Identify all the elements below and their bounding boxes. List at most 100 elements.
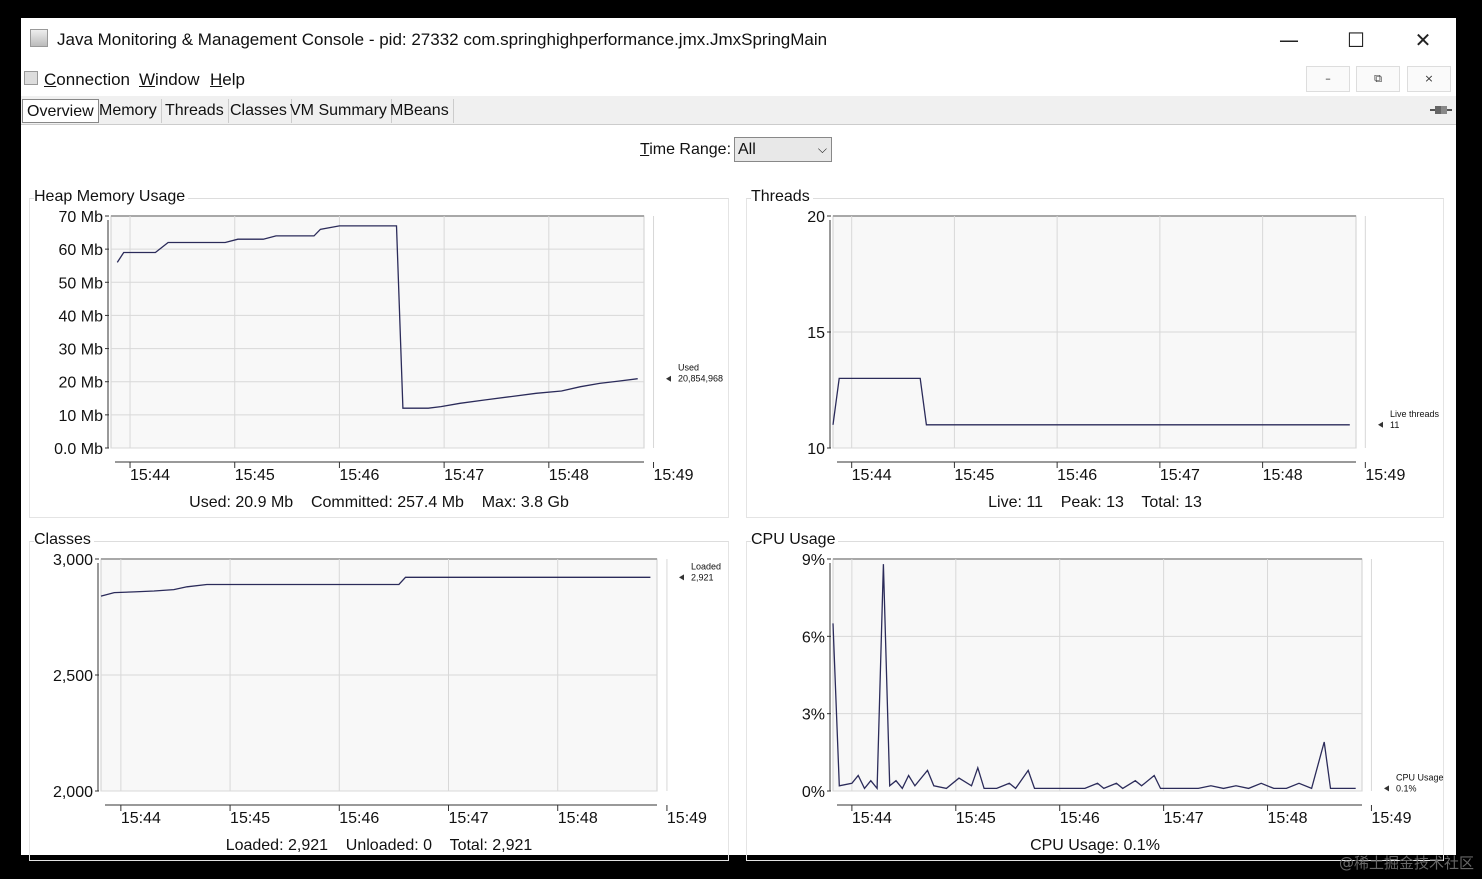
legend-series-name: Live threads [1390, 409, 1440, 419]
title-bar: Java Monitoring & Management Console - p… [21, 18, 1456, 62]
menu-connection[interactable]: Connection [44, 70, 130, 90]
x-tick-label: 15:46 [339, 810, 379, 827]
x-tick-label: 15:47 [1160, 467, 1200, 484]
threads-summary: Live: 11 Peak: 13 Total: 13 [988, 494, 1202, 511]
x-tick-label: 15:49 [1365, 467, 1405, 484]
x-tick-label: 15:46 [1060, 810, 1100, 827]
window-title: Java Monitoring & Management Console - p… [57, 30, 828, 49]
legend-marker [679, 574, 684, 581]
heap-memory-summary: Used: 20.9 Mb Committed: 257.4 Mb Max: 3… [189, 494, 569, 511]
y-tick-label: 50 Mb [59, 275, 104, 292]
x-tick-label: 15:45 [235, 467, 275, 484]
legend-series-name: Used [678, 363, 699, 373]
threads-title: Threads [751, 188, 813, 206]
x-tick-label: 15:47 [448, 810, 488, 827]
cpu-usage-panel: 0% 3% 6% 9% 15:44 15:45 15:46 15:47 15:48 15:49 CP… [746, 531, 1444, 861]
y-tick-label: 3,000 [53, 552, 93, 569]
threads-panel: 10 15 20 15:44 15:45 15:46 15:47 15:48 15:49 Live… [746, 188, 1444, 518]
close-button[interactable]: ✕ [1393, 22, 1453, 58]
y-tick-label: 10 Mb [59, 408, 104, 425]
tab-mbeans[interactable]: MBeans [386, 99, 454, 123]
x-tick-label: 15:46 [339, 467, 379, 484]
time-range-value: All [738, 141, 756, 158]
internal-minimize-button[interactable]: – [1306, 66, 1350, 92]
internal-frame-icon[interactable] [24, 71, 38, 85]
heap-memory-chart: 0.0 Mb 10 Mb 20 Mb 30 Mb 40 Mb 50 Mb 60 Mb 70 M… [54, 209, 723, 484]
menu-bar: Connection Window Help – ⧉ × [21, 64, 1456, 94]
internal-restore-button[interactable]: ⧉ [1356, 66, 1400, 92]
cpu-usage-title: CPU Usage [751, 531, 839, 549]
x-tick-label: 15:47 [444, 467, 484, 484]
legend-series-value: 11 [1390, 420, 1399, 430]
y-tick-label: 20 Mb [59, 375, 104, 392]
connection-status-icon[interactable] [1430, 104, 1452, 116]
legend-series-name: Loaded [691, 561, 721, 571]
x-tick-label: 15:49 [667, 810, 707, 827]
tab-strip: Overview Memory Threads Classes VM Summa… [21, 96, 1456, 125]
tab-threads[interactable]: Threads [161, 99, 229, 123]
legend-series-value: 20,854,968 [678, 374, 723, 384]
x-tick-label: 15:45 [230, 810, 270, 827]
classes-chart: 2,000 2,500 3,000 15:44 15:45 15:46 15:47 15:48… [53, 552, 721, 827]
legend-marker [1384, 785, 1389, 792]
tab-vm-summary[interactable]: VM Summary [286, 99, 392, 123]
internal-close-button[interactable]: × [1407, 66, 1451, 92]
x-tick-label: 15:49 [1371, 810, 1411, 827]
y-tick-label: 20 [807, 209, 825, 226]
x-tick-label: 15:47 [1164, 810, 1204, 827]
x-tick-label: 15:46 [1057, 467, 1097, 484]
y-tick-label: 40 Mb [59, 308, 104, 325]
maximize-button[interactable]: ☐ [1326, 22, 1386, 58]
y-tick-label: 2,500 [53, 668, 93, 685]
tab-memory[interactable]: Memory [95, 99, 162, 123]
x-tick-label: 15:44 [130, 467, 170, 484]
threads-chart: 10 15 20 15:44 15:45 15:46 15:47 15:48 15:49 Live… [807, 209, 1440, 484]
time-range-label-text: ime Range: [649, 141, 732, 158]
minimize-button[interactable]: — [1259, 22, 1319, 58]
cpu-usage-chart: 0% 3% 6% 9% 15:44 15:45 15:46 15:47 15:48 15:49 CP… [802, 552, 1444, 827]
x-tick-label: 15:44 [852, 467, 892, 484]
tab-overview[interactable]: Overview [22, 99, 99, 123]
y-tick-label: 9% [802, 552, 825, 569]
y-tick-label: 6% [802, 629, 825, 646]
heap-memory-title: Heap Memory Usage [34, 188, 189, 206]
plot-area [110, 215, 645, 449]
y-tick-label: 30 Mb [59, 342, 104, 359]
menu-connection-mnemonic: C [44, 70, 57, 89]
x-tick-label: 15:48 [549, 467, 589, 484]
menu-window-mnemonic: W [139, 70, 156, 89]
time-range-select[interactable]: All ⌵ [734, 137, 832, 162]
x-tick-label: 15:48 [1268, 810, 1308, 827]
y-tick-label: 0.0 Mb [54, 441, 103, 458]
time-range-mnemonic: T [640, 141, 650, 158]
y-tick-label: 15 [807, 325, 825, 342]
menu-help-label: elp [222, 70, 245, 89]
y-tick-label: 70 Mb [59, 209, 104, 226]
java-app-icon [30, 29, 48, 47]
menu-connection-label: onnection [56, 70, 131, 89]
tab-classes[interactable]: Classes [226, 99, 292, 123]
jconsole-window: Java Monitoring & Management Console - p… [21, 18, 1456, 861]
x-tick-label: 15:45 [956, 810, 996, 827]
watermark: @稀土掘金技术社区 [1338, 854, 1474, 872]
classes-title: Classes [34, 531, 94, 549]
menu-help[interactable]: Help [210, 70, 245, 90]
classes-panel: 2,000 2,500 3,000 15:44 15:45 15:46 15:47 15:48… [29, 531, 729, 861]
y-tick-label: 0% [802, 784, 825, 801]
y-tick-label: 10 [807, 441, 825, 458]
x-tick-label: 15:49 [653, 467, 693, 484]
classes-summary: Loaded: 2,921 Unloaded: 0 Total: 2,921 [225, 837, 533, 854]
y-tick-label: 2,000 [53, 784, 93, 801]
x-tick-label: 15:44 [852, 810, 892, 827]
x-tick-label: 15:48 [558, 810, 598, 827]
menu-window[interactable]: Window [139, 70, 199, 90]
menu-help-mnemonic: H [210, 70, 223, 89]
overview-content: Time Range: All ⌵ 0.0 Mb 10 Mb 20 Mb 30 Mb 4… [21, 125, 1456, 861]
legend-series-name: CPU Usage [1396, 772, 1444, 782]
menu-window-label: indow [155, 70, 200, 89]
plot-area [832, 558, 1363, 792]
legend-marker [1378, 421, 1383, 428]
x-tick-label: 15:44 [121, 810, 161, 827]
heap-memory-panel: 0.0 Mb 10 Mb 20 Mb 30 Mb 40 Mb 50 Mb 60 Mb 70 M… [29, 188, 729, 518]
legend-marker [666, 375, 671, 382]
